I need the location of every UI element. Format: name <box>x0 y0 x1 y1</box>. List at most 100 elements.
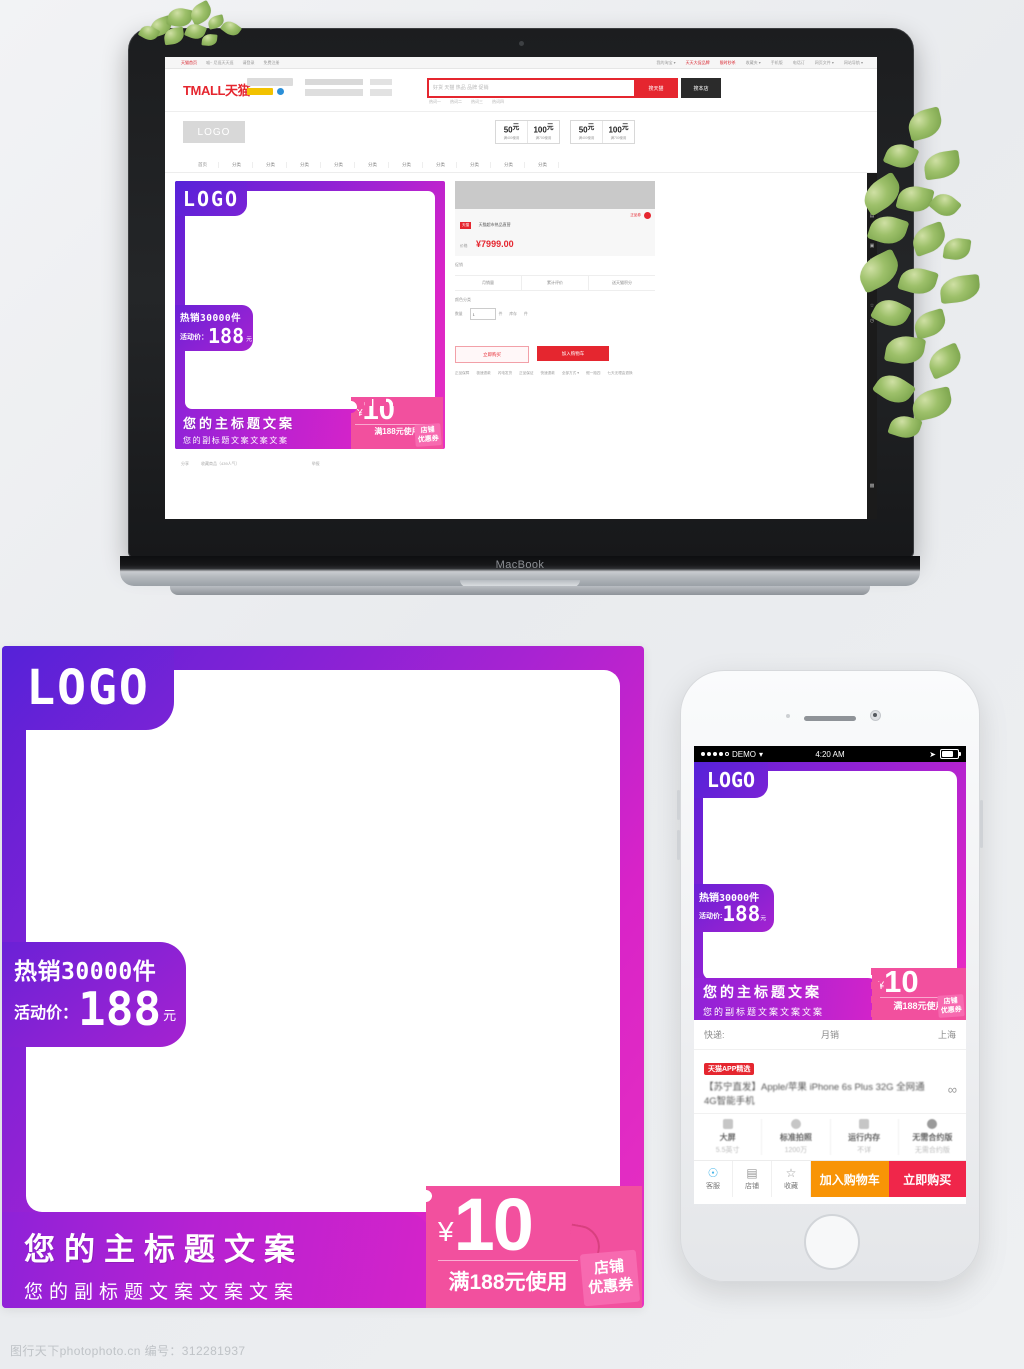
shop-logo[interactable]: LOGO <box>183 121 245 143</box>
coupon-tag-wrap: 店铺 优惠券 <box>564 1223 641 1307</box>
history-icon[interactable]: ◷ <box>870 318 874 324</box>
favorite-link[interactable]: 收藏商品（439人气） <box>201 461 240 467</box>
topbar-link-register[interactable]: 免费注册 <box>263 59 279 66</box>
heart-icon[interactable]: ♥ <box>871 228 874 234</box>
topbar-link-login[interactable]: 请登录 <box>242 59 254 66</box>
coupon-icon[interactable]: ▦ <box>870 258 875 264</box>
promo-hot-sale: 热销30000件 <box>180 313 242 324</box>
shop-nav-item-9[interactable]: 分类 <box>493 162 525 168</box>
topbar-link-webfiles[interactable]: 网页文件 ▾ <box>815 59 834 66</box>
star-icon: ☆ <box>785 1166 797 1180</box>
shop-nav-item-2[interactable]: 分类 <box>255 162 287 168</box>
shop-nav-item-1[interactable]: 分类 <box>221 162 253 168</box>
coupon-tag: 店铺 优惠券 <box>937 994 965 1018</box>
star-icon[interactable]: ☆ <box>870 303 874 309</box>
shop-nav-item-0[interactable]: 首页 <box>187 162 219 168</box>
stat-points: 送天猫积分 <box>612 280 632 285</box>
coupon-rule: 满400使用 <box>503 136 520 141</box>
promo-price-label: 活动价： <box>180 334 208 341</box>
hotword-1[interactable]: 热词一 <box>429 99 441 105</box>
coupon-value: 50 <box>503 125 513 135</box>
header-placeholder-bar-3 <box>305 89 363 96</box>
hotword-3[interactable]: 热词三 <box>471 99 483 105</box>
topbar-link-favorites[interactable]: 收藏夹 ▾ <box>746 59 761 66</box>
shop-nav-item-6[interactable]: 分类 <box>391 162 423 168</box>
topbar-link-sitenav[interactable]: 网站导航 ▾ <box>844 59 863 66</box>
coupon-rule: 满400使用 <box>578 136 595 141</box>
buy-now-button[interactable]: 立即购买 <box>455 346 529 363</box>
shop-nav-item-3[interactable]: 分类 <box>289 162 321 168</box>
coupon-cell[interactable]: 100元 满700使用 <box>528 121 559 143</box>
search-shop-button[interactable]: 搜本店 <box>681 78 721 98</box>
topbar-link-miao[interactable]: 喵~ 尼逛天天逛 <box>206 59 233 66</box>
shop-icon[interactable]: ▣ <box>870 243 875 249</box>
topbar-link-home[interactable]: 天猫首页 <box>181 59 197 66</box>
coupon-value: 10 <box>453 1183 534 1266</box>
coupon-cell[interactable]: 50元 满400使用 <box>571 121 603 143</box>
service-icon: ☉ <box>707 1166 719 1180</box>
topbar-link-brands[interactable]: 天天大促品牌 <box>686 59 710 66</box>
shop-nav-item-8[interactable]: 分类 <box>459 162 491 168</box>
search-tmall-button[interactable]: 搜天猫 <box>634 78 678 98</box>
yen-icon[interactable]: ¥ <box>871 273 874 279</box>
shop-nav-item-7[interactable]: 分类 <box>425 162 457 168</box>
phone-spec-row: 大屏 5.5英寸 标准拍照 1200万 运行内存 不详 无需合约版 无需合约版 <box>694 1113 966 1160</box>
phone-volume-up-button[interactable] <box>677 790 680 820</box>
favorite-icon[interactable]: ♡ <box>870 288 874 294</box>
phone-price-value: 188 <box>722 902 761 926</box>
search-input[interactable]: 好货 天猫 热品 品牌 促销 <box>427 78 636 98</box>
product-quantity-row: 数量 1 件 库存 件 <box>455 308 655 320</box>
coupon-body: ¥ 10 满188元使用 <box>438 1183 578 1296</box>
macbook-mockup: 天猫首页 喵~ 尼逛天天逛 请登录 免费注册 我的淘宝 ▾ 天天大促品牌 限时秒… <box>120 28 920 595</box>
shop-nav-item-5[interactable]: 分类 <box>357 162 389 168</box>
buy-now-button[interactable]: 立即购买 <box>888 1161 966 1197</box>
tmall-logo[interactable]: TMALL天猫 <box>183 80 251 99</box>
topbar-right-links: 我的淘宝 ▾ 天天大促品牌 限时秒杀 收藏夹 ▾ 手机版 电话订 网页文件 ▾ … <box>657 59 864 66</box>
banner-coupon[interactable]: ¥ 10 满188元使用 店铺 优惠券 <box>425 1183 642 1308</box>
phone-volume-down-button[interactable] <box>677 830 680 860</box>
shop-nav-item-4[interactable]: 分类 <box>323 162 355 168</box>
topbar-link-flashsale[interactable]: 限时秒杀 <box>720 59 736 66</box>
coupon-zigzag-top-icon <box>351 397 443 406</box>
shop-nav-item-10[interactable]: 分类 <box>527 162 559 168</box>
coupon-tag-line2: 优惠券 <box>940 1006 963 1015</box>
hotword-2[interactable]: 热词二 <box>450 99 462 105</box>
phone-action-bar: ☉ 客服 ▤ 店铺 ☆ 收藏 加入购物车 立即购买 <box>694 1160 966 1197</box>
quantity-stepper[interactable]: 1 <box>469 308 496 320</box>
app-exclusive-badge: 天猫APP精选 <box>704 1063 755 1075</box>
phone-home-button[interactable] <box>804 1214 860 1270</box>
add-to-cart-button[interactable]: 加入购物车 <box>537 346 609 361</box>
report-link[interactable]: 举报 <box>312 461 320 467</box>
phone-price-unit: 元 <box>760 916 767 922</box>
monthly-sales-label: 月销 <box>820 1030 839 1040</box>
topbar-link-mobile[interactable]: 手机版 <box>771 59 783 66</box>
cart-icon[interactable]: ▤ <box>870 213 875 219</box>
product-promo-label: 天猫超市热品直营 <box>478 222 511 227</box>
topbar-link-phone[interactable]: 电话订 <box>793 59 805 66</box>
coupon-value: 50 <box>578 125 588 135</box>
header-placeholder-bar-2 <box>305 79 363 85</box>
share-link[interactable]: 分享 <box>181 461 189 467</box>
product-badge-dot-icon <box>644 212 651 219</box>
coupon-cell[interactable]: 100元 满700使用 <box>603 121 634 143</box>
screen-icon <box>722 1119 733 1129</box>
phone-banner-logo-text: LOGO <box>706 768 756 792</box>
service-more[interactable]: 全部方式 ▾ <box>562 371 579 376</box>
add-to-cart-button[interactable]: 加入购物车 <box>811 1161 889 1197</box>
grid-icon[interactable]: ▩ <box>870 483 875 489</box>
camera-icon <box>790 1119 801 1129</box>
phone-promo-banner: LOGO 热销30000件 活动价: 188 元 您的主标题文案 您的副标题文案… <box>694 762 966 1020</box>
share-icon[interactable]: ∞ <box>948 1082 957 1097</box>
promo-coupon[interactable]: ¥ 10 满188元使用 店铺 优惠券 <box>350 396 443 449</box>
customer-service-button[interactable]: ☉ 客服 <box>694 1161 733 1197</box>
topbar-link-mytaobao[interactable]: 我的淘宝 ▾ <box>657 59 676 66</box>
favorite-button[interactable]: ☆ 收藏 <box>772 1161 811 1197</box>
coupon-cell[interactable]: 50元 满400使用 <box>496 121 528 143</box>
shop-button[interactable]: ▤ 店铺 <box>733 1161 772 1197</box>
banner-main-title: 您的主标题文案 <box>24 1232 304 1267</box>
phone-power-button[interactable] <box>980 800 983 848</box>
hotword-4[interactable]: 热词四 <box>492 99 504 105</box>
header-placeholder-bar-1 <box>247 78 293 86</box>
product-gallery-placeholder <box>455 181 655 209</box>
phone-banner-coupon[interactable]: ¥ 10 满188元使用 店铺 优惠券 <box>871 966 966 1020</box>
